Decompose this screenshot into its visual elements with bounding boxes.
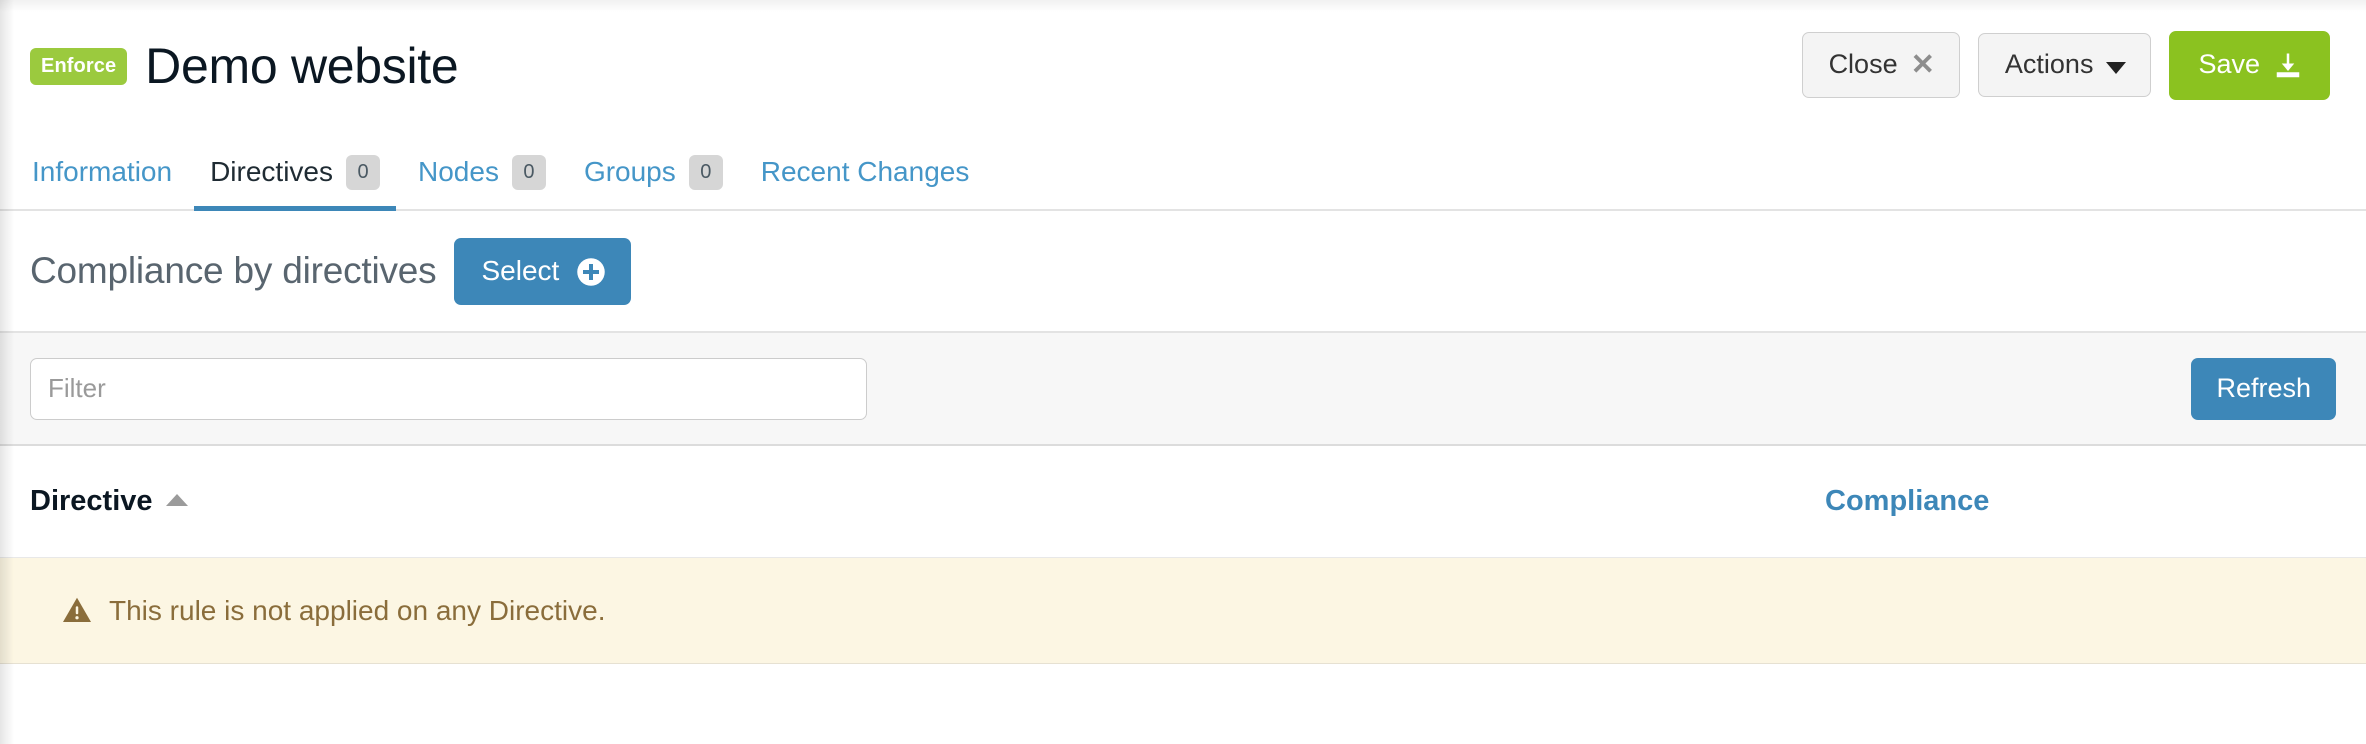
tab-nodes-count: 0 <box>511 155 546 190</box>
rule-detail-page: Enforce Demo website Close ✕ Actions Sav… <box>0 0 2366 744</box>
column-header-directive[interactable]: Directive <box>30 485 1825 518</box>
table-body-empty-area <box>0 664 2366 710</box>
close-x-icon: ✕ <box>1910 49 1935 81</box>
tab-groups[interactable]: Groups 0 <box>565 126 742 209</box>
refresh-button[interactable]: Refresh <box>2191 357 2336 420</box>
tab-recent-changes-label: Recent Changes <box>760 155 970 187</box>
tab-directives-count: 0 <box>346 155 380 190</box>
directives-table: Directive Compliance This rule is not ap… <box>0 446 2366 710</box>
tab-navigation: Information Directives 0 Nodes 0 Groups … <box>0 126 2366 211</box>
table-filter-bar: Refresh <box>0 333 2366 446</box>
actions-button-label: Actions <box>2004 49 2094 79</box>
save-button[interactable]: Save <box>2169 30 2330 100</box>
tab-nodes-label: Nodes <box>418 155 499 187</box>
save-download-icon <box>2273 51 2303 81</box>
tab-directives[interactable]: Directives 0 <box>191 126 399 211</box>
empty-warning-content: This rule is not applied on any Directiv… <box>62 595 605 627</box>
actions-dropdown-button[interactable]: Actions <box>1977 33 2152 97</box>
warning-triangle-icon <box>62 595 92 625</box>
tab-information-label: Information <box>32 155 173 187</box>
close-button-label: Close <box>1828 49 1898 79</box>
select-directives-button[interactable]: Select <box>454 237 632 305</box>
header-action-buttons: Close ✕ Actions Save <box>1801 27 2330 100</box>
tab-recent-changes[interactable]: Recent Changes <box>742 126 989 209</box>
caret-down-icon <box>2106 61 2127 74</box>
table-header-row: Directive Compliance <box>0 446 2366 558</box>
save-button-label: Save <box>2198 49 2260 79</box>
empty-warning-text: This rule is not applied on any Directiv… <box>109 594 606 626</box>
column-header-directive-label: Directive <box>30 485 153 517</box>
compliance-section-header: Compliance by directives Select <box>0 211 2366 333</box>
table-empty-warning-row: This rule is not applied on any Directiv… <box>0 558 2366 664</box>
close-button[interactable]: Close ✕ <box>1801 32 1960 98</box>
page-header: Enforce Demo website Close ✕ Actions Sav… <box>0 0 2366 126</box>
tab-directives-label: Directives <box>210 155 333 187</box>
column-header-compliance[interactable]: Compliance <box>1825 485 1989 518</box>
plus-circle-icon <box>576 257 606 287</box>
tab-groups-count: 0 <box>688 155 723 190</box>
tab-information[interactable]: Information <box>30 126 191 209</box>
compliance-section-title: Compliance by directives <box>30 250 437 291</box>
page-title-group: Enforce Demo website <box>30 34 459 94</box>
tab-groups-label: Groups <box>583 155 676 187</box>
status-badge: Enforce <box>30 47 128 85</box>
select-button-label: Select <box>481 254 560 286</box>
tab-nodes[interactable]: Nodes 0 <box>399 126 565 209</box>
filter-input[interactable] <box>30 357 867 420</box>
sort-ascending-icon <box>165 493 188 506</box>
page-title: Demo website <box>145 37 459 94</box>
